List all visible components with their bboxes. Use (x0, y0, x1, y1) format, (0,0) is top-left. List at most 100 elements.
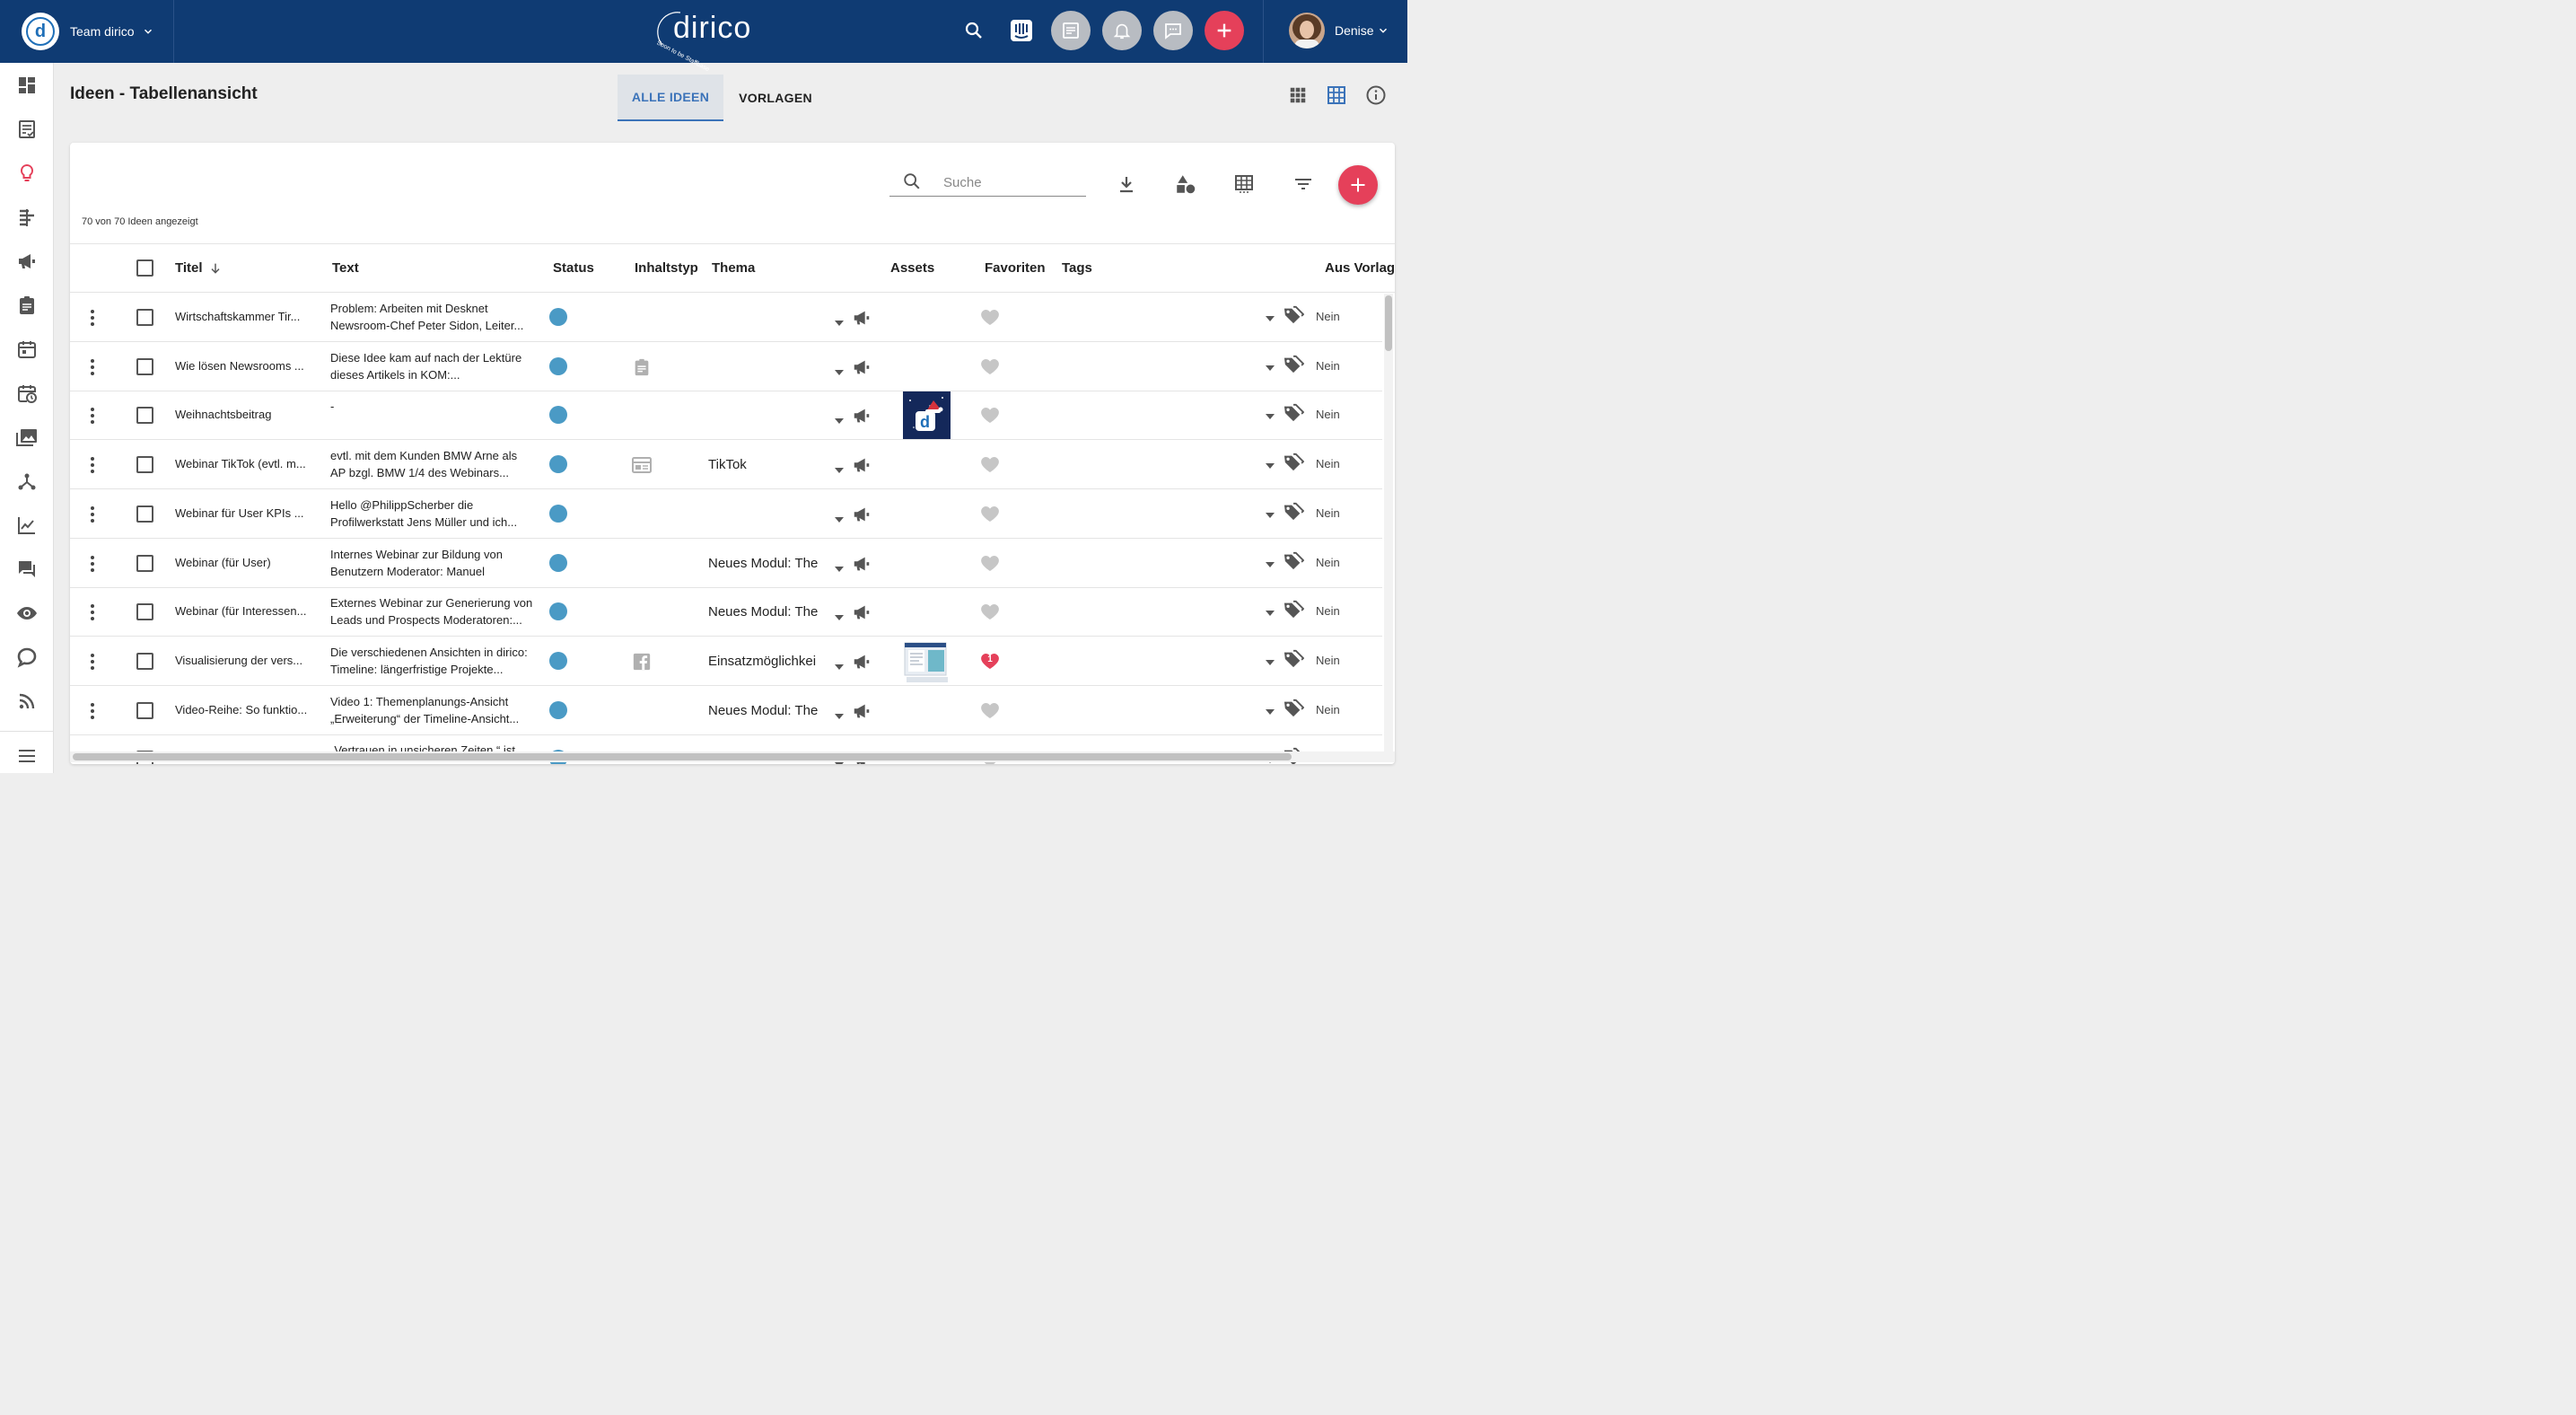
sidebar-item-campaigns[interactable] (14, 249, 39, 274)
more-vert-icon[interactable] (88, 456, 97, 474)
more-vert-icon[interactable] (88, 505, 97, 523)
chat-button[interactable] (1153, 11, 1193, 50)
more-vert-icon[interactable] (88, 555, 97, 573)
more-vert-icon[interactable] (88, 309, 97, 327)
column-text[interactable]: Text (332, 260, 359, 276)
status-indicator[interactable] (549, 651, 567, 670)
cell-topic[interactable]: Neues Modul: The (708, 556, 825, 571)
row-checkbox[interactable] (136, 554, 153, 572)
heart-icon[interactable] (979, 306, 1001, 328)
row-checkbox[interactable] (136, 407, 153, 425)
table-row[interactable]: Webinar (für Interessen... Externes Webin… (70, 587, 1382, 637)
cell-title[interactable]: Webinar für User KPIs ... (175, 506, 319, 520)
more-vert-icon[interactable] (88, 603, 97, 621)
more-vert-icon[interactable] (88, 358, 97, 376)
topic-dropdown-icon[interactable] (834, 413, 845, 429)
cell-title[interactable]: Webinar TikTok (evtl. m... (175, 457, 319, 470)
search-input[interactable] (943, 171, 1078, 193)
topic-dropdown-icon[interactable] (834, 512, 845, 528)
tags-dropdown-icon[interactable] (1265, 409, 1275, 425)
sidebar-item-calendar[interactable] (14, 337, 39, 362)
row-checkbox[interactable] (136, 456, 153, 474)
heart-icon[interactable] (979, 601, 1001, 622)
tags-dropdown-icon[interactable] (1265, 507, 1275, 523)
heart-icon[interactable] (979, 699, 1001, 721)
column-status[interactable]: Status (553, 260, 594, 276)
dirico-logo[interactable]: dirico Soon to be Staffbase (653, 5, 757, 73)
topic-dropdown-icon[interactable] (834, 315, 845, 331)
heart-icon[interactable]: 1 (979, 650, 1001, 672)
column-from-template[interactable]: Aus Vorlage (1325, 260, 1395, 276)
grid-view-button[interactable] (1287, 84, 1309, 106)
sidebar-item-media[interactable] (14, 425, 39, 450)
topic-dropdown-icon[interactable] (834, 659, 845, 675)
create-button[interactable] (1205, 11, 1244, 50)
heart-icon[interactable] (979, 356, 1001, 377)
chevron-down-icon[interactable] (1377, 24, 1389, 37)
status-indicator[interactable] (549, 553, 567, 572)
cell-topic[interactable]: Einsatzmöglichkei (708, 654, 825, 669)
row-checkbox[interactable] (136, 652, 153, 670)
cell-title[interactable]: Wie lösen Newsrooms ... (175, 359, 319, 373)
sort-arrow-down-icon[interactable] (208, 261, 223, 276)
search-field[interactable] (889, 168, 1086, 197)
sidebar-item-articles[interactable] (14, 117, 39, 142)
table-row[interactable]: Video-Reihe: So funktio... Video 1: Theme… (70, 686, 1382, 735)
columns-button[interactable] (1231, 171, 1257, 197)
user-name[interactable]: Denise (1335, 23, 1374, 38)
cell-topic[interactable]: Neues Modul: The (708, 604, 825, 620)
scrollbar-thumb[interactable] (1385, 295, 1392, 351)
column-title[interactable]: Titel (175, 260, 203, 276)
topic-dropdown-icon[interactable] (834, 610, 845, 626)
team-switcher[interactable]: d Team dirico (0, 0, 174, 63)
sidebar-item-dashboard[interactable] (14, 73, 39, 98)
row-checkbox[interactable] (136, 701, 153, 719)
sidebar-menu-toggle[interactable] (14, 743, 39, 769)
tags-dropdown-icon[interactable] (1265, 655, 1275, 671)
column-favorites[interactable]: Favoriten (985, 260, 1046, 276)
more-vert-icon[interactable] (88, 407, 97, 425)
more-vert-icon[interactable] (88, 653, 97, 671)
sidebar-item-preview[interactable] (14, 601, 39, 626)
table-row[interactable]: Weihnachtsbeitrag - d Nein (70, 391, 1382, 441)
heart-icon[interactable] (979, 453, 1001, 475)
table-row[interactable]: Webinar TikTok (evtl. m... evtl. mit dem … (70, 440, 1382, 490)
tags-dropdown-icon[interactable] (1265, 311, 1275, 327)
heart-icon[interactable] (979, 503, 1001, 524)
tab-templates[interactable]: VORLAGEN (727, 75, 824, 121)
search-button[interactable] (954, 11, 994, 50)
table-row[interactable]: Wirtschaftskammer Tir... Problem: Arbeite… (70, 293, 1382, 342)
vertical-scrollbar[interactable] (1384, 294, 1393, 751)
row-checkbox[interactable] (136, 603, 153, 621)
table-row[interactable]: Wie lösen Newsrooms ... Diese Idee kam au… (70, 342, 1382, 391)
sidebar-item-comments[interactable] (14, 557, 39, 582)
filter-button[interactable] (1291, 171, 1316, 197)
tags-dropdown-icon[interactable] (1265, 704, 1275, 720)
topic-dropdown-icon[interactable] (834, 561, 845, 577)
row-checkbox[interactable] (136, 357, 153, 375)
cell-title[interactable]: Wirtschaftskammer Tir... (175, 310, 319, 323)
articles-button[interactable] (1051, 11, 1091, 50)
table-row[interactable]: Webinar (für User) Internes Webinar zur B… (70, 539, 1382, 588)
cell-topic[interactable]: TikTok (708, 457, 825, 472)
tags-dropdown-icon[interactable] (1265, 458, 1275, 474)
column-tags[interactable]: Tags (1062, 260, 1092, 276)
tab-all-ideas[interactable]: ALLE IDEEN (618, 75, 723, 121)
info-button[interactable] (1365, 84, 1387, 106)
table-view-button[interactable] (1326, 84, 1347, 106)
column-assets[interactable]: Assets (890, 260, 934, 276)
notifications-button[interactable] (1102, 11, 1142, 50)
status-indicator[interactable] (549, 308, 567, 326)
column-topic[interactable]: Thema (712, 260, 755, 276)
asset-thumbnail[interactable]: d (903, 391, 951, 440)
table-row[interactable]: Webinar für User KPIs ... Hello @PhilippS… (70, 489, 1382, 539)
tags-dropdown-icon[interactable] (1265, 360, 1275, 376)
cell-topic[interactable]: Neues Modul: The (708, 703, 825, 718)
status-indicator[interactable] (549, 406, 567, 425)
topic-dropdown-icon[interactable] (834, 462, 845, 479)
topic-dropdown-icon[interactable] (834, 365, 845, 381)
tags-dropdown-icon[interactable] (1265, 605, 1275, 621)
status-indicator[interactable] (549, 504, 567, 523)
cell-title[interactable]: Webinar (für User) (175, 556, 319, 569)
scrollbar-thumb[interactable] (73, 753, 1292, 760)
